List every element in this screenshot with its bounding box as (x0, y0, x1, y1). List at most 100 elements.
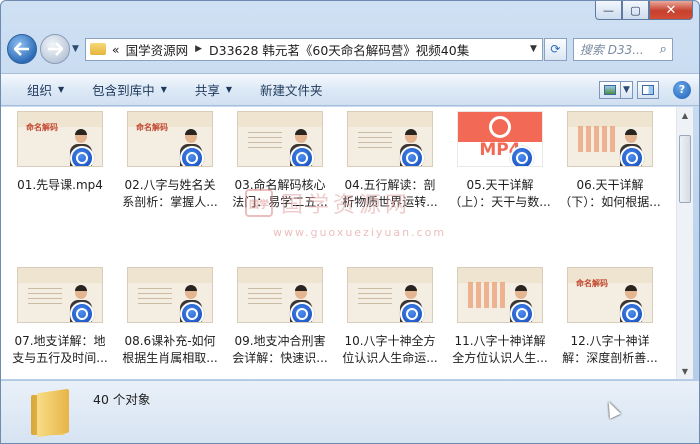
folder-icon (89, 43, 106, 55)
watermark: 国学 国学资源网 (245, 187, 411, 219)
file-name: 08.6课补充-如何根据生肖属相取... (122, 334, 218, 365)
recent-pages-dropdown[interactable]: ▼ (72, 44, 79, 54)
view-thumbnail-icon (604, 84, 616, 95)
video-thumbnail (347, 111, 433, 167)
view-options-dropdown[interactable]: ▼ (621, 80, 633, 99)
details-pane: 40 个对象 (1, 380, 699, 443)
video-thumbnail (457, 267, 543, 323)
search-input[interactable]: 搜索 D33... ⌕ (572, 37, 673, 61)
file-name: 01.先导课.mp4 (17, 178, 103, 192)
help-button[interactable]: ? (673, 80, 691, 99)
video-thumbnail: MP4 (457, 111, 543, 167)
back-button[interactable] (7, 34, 37, 64)
watermark-url: www.guoxueziyuan.com (273, 226, 447, 239)
organize-menu[interactable]: 组织 ▼ (1, 80, 78, 99)
new-folder-button[interactable]: 新建文件夹 (246, 80, 337, 99)
video-player-icon (70, 146, 94, 166)
file-list: 命名解码 01.先导课.mp4 命名解码 02.八字与姓名关系剖析：掌握人... 03.… (1, 107, 677, 379)
address-bar[interactable]: « 国学资源网 ▶ D33628 韩元茗《60天命名解码营》视频40集 ▼ (84, 37, 543, 61)
window-controls: — ▢ ✕ (595, 1, 693, 20)
video-thumbnail (567, 111, 653, 167)
breadcrumb-overflow[interactable]: « (112, 42, 120, 57)
maximize-button[interactable]: ▢ (622, 1, 649, 20)
preview-pane-button[interactable] (637, 80, 659, 99)
file-name: 09.地支冲合刑害会详解：快速识... (232, 334, 328, 365)
file-name: 05.天干详解（上）：天干与数... (449, 178, 551, 209)
folder-icon (31, 388, 71, 438)
video-player-icon (290, 302, 314, 322)
explorer-window: — ▢ ✕ ▼ « 国学资源网 ▶ D33628 韩元茗《60天命名解码营》视频… (0, 0, 700, 444)
file-item[interactable]: 命名解码 01.先导课.mp4 (7, 111, 113, 211)
file-item[interactable]: 命名解码 12.八字十神详解：深度剖析善... (557, 267, 663, 367)
share-menu[interactable]: 共享 ▼ (181, 80, 246, 99)
chevron-down-icon: ▼ (225, 85, 233, 94)
video-player-icon (620, 302, 644, 322)
video-player-icon (400, 302, 424, 322)
address-dropdown-icon[interactable]: ▼ (530, 44, 537, 54)
video-thumbnail (347, 267, 433, 323)
share-label: 共享 (194, 83, 220, 98)
file-name: 11.八字十神详解全方位认识人生... (452, 334, 548, 365)
navigation-bar: ▼ « 国学资源网 ▶ D33628 韩元茗《60天命名解码营》视频40集 ▼ … (7, 29, 693, 69)
include-in-library-menu[interactable]: 包含到库中 ▼ (78, 80, 181, 99)
search-placeholder: 搜索 D33... (579, 42, 644, 57)
search-icon[interactable]: ⌕ (660, 42, 667, 57)
video-thumbnail: 命名解码 (127, 111, 213, 167)
file-name: 10.八字十神全方位认识人生命运... (342, 334, 438, 365)
video-thumbnail (237, 111, 323, 167)
command-bar: 组织 ▼ 包含到库中 ▼ 共享 ▼ 新建文件夹 ▼ ? (1, 73, 699, 106)
chevron-down-icon: ▼ (58, 85, 65, 94)
video-player-icon (620, 146, 644, 166)
file-item[interactable]: MP4 05.天干详解（上）：天干与数... (447, 111, 553, 211)
breadcrumb-item-current[interactable]: D33628 韩元茗《60天命名解码营》视频40集 (209, 40, 469, 59)
vertical-scrollbar[interactable]: ▲ ▼ (676, 107, 693, 379)
video-thumbnail (127, 267, 213, 323)
change-view-button[interactable] (599, 80, 621, 99)
organize-label: 组织 (27, 83, 53, 98)
close-button[interactable]: ✕ (649, 1, 693, 20)
video-thumbnail: 命名解码 (17, 111, 103, 167)
video-player-icon (510, 302, 534, 322)
file-item[interactable]: 10.八字十神全方位认识人生命运... (337, 267, 443, 367)
file-item[interactable]: 08.6课补充-如何根据生肖属相取... (117, 267, 223, 367)
video-player-icon (180, 146, 204, 166)
video-player-icon (510, 146, 534, 166)
new-folder-label: 新建文件夹 (260, 83, 323, 98)
file-name: 12.八字十神详解：深度剖析善... (562, 334, 658, 365)
file-item[interactable]: 11.八字十神详解全方位认识人生... (447, 267, 553, 367)
minimize-button[interactable]: — (595, 1, 622, 20)
scrollbar-thumb[interactable] (679, 135, 691, 203)
breadcrumb-item-root[interactable]: 国学资源网 (126, 40, 189, 59)
thumbnail-title: 命名解码 (136, 122, 168, 132)
scroll-up-icon[interactable]: ▲ (677, 107, 693, 123)
include-in-library-label: 包含到库中 (92, 83, 155, 98)
file-item[interactable]: 07.地支详解：地支与五行及时间... (7, 267, 113, 367)
thumbnail-title: 命名解码 (26, 122, 58, 132)
video-player-icon (290, 146, 314, 166)
forward-button[interactable] (40, 34, 70, 64)
view-controls: ▼ ? (595, 80, 691, 99)
video-thumbnail (237, 267, 323, 323)
video-player-icon (180, 302, 204, 322)
help-icon: ? (678, 83, 686, 96)
watermark-seal: 国学 (245, 189, 273, 217)
refresh-icon: ⟳ (550, 42, 561, 56)
preview-pane-icon (642, 84, 654, 95)
file-item[interactable]: 06.天干详解（下）：如何根据... (557, 111, 663, 211)
video-player-icon (70, 302, 94, 322)
file-name: 02.八字与姓名关系剖析：掌握人... (122, 178, 218, 209)
breadcrumb-chevron-icon[interactable]: ▶ (195, 44, 202, 54)
scroll-down-icon[interactable]: ▼ (677, 363, 693, 379)
video-player-icon (400, 146, 424, 166)
file-name: 06.天干详解（下）：如何根据... (559, 178, 661, 209)
file-item[interactable]: 09.地支冲合刑害会详解：快速识... (227, 267, 333, 367)
thumbnail-title: 命名解码 (576, 278, 608, 288)
file-name: 07.地支详解：地支与五行及时间... (12, 334, 108, 365)
watermark-text: 国学资源网 (281, 193, 412, 218)
file-item[interactable]: 命名解码 02.八字与姓名关系剖析：掌握人... (117, 111, 223, 211)
chevron-down-icon: ▼ (160, 85, 167, 94)
refresh-button[interactable]: ⟳ (543, 37, 567, 61)
item-count: 40 个对象 (93, 392, 151, 407)
back-arrow-icon (14, 42, 29, 56)
forward-arrow-icon (48, 42, 63, 56)
